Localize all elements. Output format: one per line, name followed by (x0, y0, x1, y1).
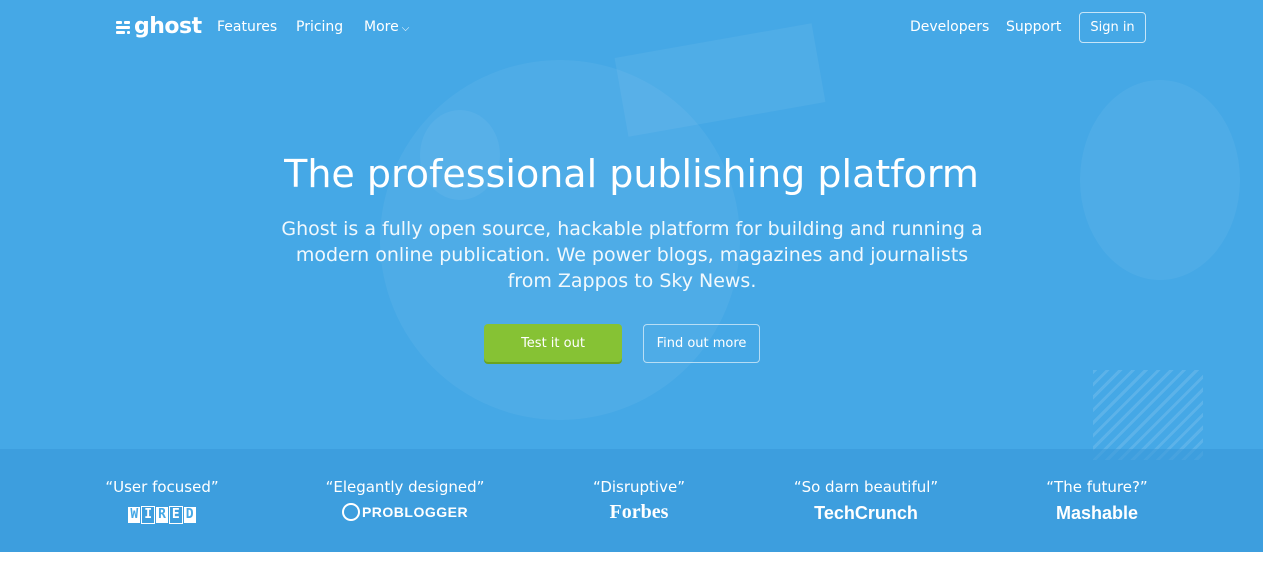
hero-subtitle: Ghost is a fully open source, hackable p… (281, 218, 983, 292)
hero-title: The professional publishing platform (284, 152, 979, 196)
mashable-logo: Mashable (1055, 503, 1139, 523)
problogger-wordmark: PROBLOGGER (361, 504, 469, 520)
problogger-p-icon (341, 503, 360, 521)
problogger-logo: PROBLOGGER (305, 503, 505, 521)
press-quote: “The future?” (1046, 478, 1148, 496)
hero-section: ghost Features Pricing More ⌵ Developers … (0, 0, 1263, 552)
forbes-logo: Forbes (609, 501, 669, 523)
techcrunch-logo: TechCrunch (814, 503, 918, 523)
logo-text: ghost (134, 14, 202, 39)
wired-wordmark: WIRED (128, 506, 196, 524)
ghost-logo[interactable]: ghost (116, 14, 202, 39)
sign-in-button[interactable]: Sign in (1079, 12, 1146, 43)
press-quote: “Elegantly designed” (325, 478, 485, 496)
ghost-logo-icon (116, 18, 130, 36)
nav-link-pricing[interactable]: Pricing (296, 19, 343, 35)
nav-link-more[interactable]: More ⌵ (364, 19, 409, 35)
nav-link-features[interactable]: Features (217, 19, 277, 35)
press-quotes-bar: “User focused” WIRED “Elegantly designed… (0, 449, 1263, 552)
top-navigation: ghost Features Pricing More ⌵ Developers … (0, 0, 1263, 56)
wired-logo: WIRED (62, 503, 262, 524)
press-quote: “Disruptive” (593, 478, 685, 496)
background-photo (1093, 370, 1203, 460)
nav-link-developers[interactable]: Developers (910, 19, 989, 35)
chevron-down-icon: ⌵ (401, 23, 410, 34)
test-it-out-button[interactable]: Test it out (484, 324, 622, 362)
nav-link-support[interactable]: Support (1006, 19, 1061, 35)
press-quote: “User focused” (105, 478, 219, 496)
find-out-more-button[interactable]: Find out more (643, 324, 760, 363)
press-quote: “So darn beautiful” (793, 478, 939, 496)
nav-link-more-label: More (364, 19, 399, 35)
